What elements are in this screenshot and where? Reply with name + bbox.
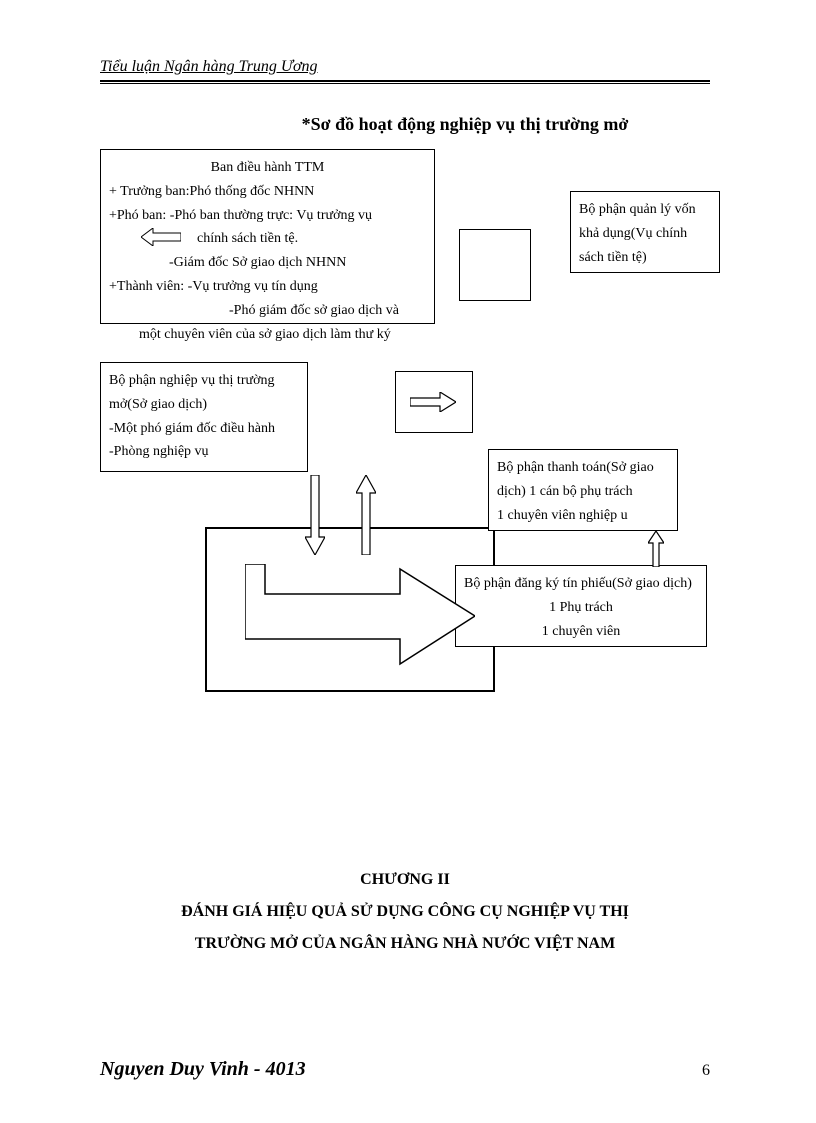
footer-page-number: 6 bbox=[702, 1062, 710, 1080]
running-header: Tiểu luận Ngân hàng Trung Ương bbox=[100, 58, 710, 78]
arrow-up-small-icon bbox=[648, 531, 664, 567]
arrow-down-icon bbox=[305, 475, 325, 555]
text: -Phòng nghiệp vụ bbox=[109, 440, 299, 464]
text: +Phó ban: -Phó ban thường trực: Vụ trưởn… bbox=[109, 204, 426, 228]
text: 1 chuyên viên bbox=[464, 620, 698, 644]
chapter-title-line1: ĐÁNH GIÁ HIỆU QUẢ SỬ DỤNG CÔNG CỤ NGHIỆP… bbox=[100, 896, 710, 928]
text: 1 chuyên viên nghiệp u bbox=[497, 504, 669, 528]
text: Bộ phận đăng ký tín phiếu(Sở giao dịch) bbox=[464, 572, 698, 596]
page-footer: Nguyen Duy Vinh - 4013 6 bbox=[100, 1058, 710, 1081]
footer-author: Nguyen Duy Vinh - 4013 bbox=[100, 1058, 306, 1081]
chapter-heading: CHƯƠNG II ĐÁNH GIÁ HIỆU QUẢ SỬ DỤNG CÔNG… bbox=[100, 864, 710, 960]
box-capital-mgmt: Bộ phận quản lý vốn khả dụng(Vụ chính sá… bbox=[570, 191, 720, 273]
box-operations: Bộ phận nghiệp vụ thị trường mở(Sở giao … bbox=[100, 362, 308, 472]
box-arrow-holder bbox=[395, 371, 473, 433]
arrow-right-icon bbox=[410, 392, 456, 412]
box-steering-committee: Ban điều hành TTM + Trưởng ban:Phó thống… bbox=[100, 149, 435, 324]
text: +Thành viên: -Vụ trưởng vụ tín dụng bbox=[109, 275, 426, 299]
text: -Phó giám đốc sở giao dịch và bbox=[109, 299, 426, 323]
box-empty-square bbox=[459, 229, 531, 301]
arrow-up-icon bbox=[356, 475, 376, 555]
text: một chuyên viên của sở giao dịch làm thư… bbox=[109, 323, 426, 347]
text: Bộ phận nghiệp vụ thị trường mở(Sở giao … bbox=[109, 369, 299, 417]
text: -Giám đốc Sở giao dịch NHNN bbox=[109, 251, 426, 275]
box-registration: Bộ phận đăng ký tín phiếu(Sở giao dịch) … bbox=[455, 565, 707, 647]
diagram-title: *Sơ đồ hoạt động nghiệp vụ thị trường mở bbox=[100, 114, 710, 135]
chapter-number: CHƯƠNG II bbox=[100, 864, 710, 896]
big-right-arrow-icon bbox=[245, 564, 475, 669]
header-rule bbox=[100, 80, 710, 84]
text: 1 Phụ trách bbox=[464, 596, 698, 620]
box-payment: Bộ phận thanh toán(Sở giao dịch) 1 cán b… bbox=[488, 449, 678, 531]
text: Ban điều hành TTM bbox=[109, 156, 426, 180]
chapter-title-line2: TRƯỜNG MỞ CỦA NGÂN HÀNG NHÀ NƯỚC VIỆT NA… bbox=[100, 928, 710, 960]
text: -Một phó giám đốc điều hành bbox=[109, 417, 299, 441]
text: Bộ phận quản lý vốn khả dụng(Vụ chính sá… bbox=[579, 202, 696, 265]
diagram-container: Ban điều hành TTM + Trưởng ban:Phó thống… bbox=[100, 149, 710, 769]
text: + Trưởng ban:Phó thống đốc NHNN bbox=[109, 180, 426, 204]
arrow-left-icon bbox=[141, 228, 181, 246]
text: Bộ phận thanh toán(Sở giao dịch) 1 cán b… bbox=[497, 456, 669, 504]
